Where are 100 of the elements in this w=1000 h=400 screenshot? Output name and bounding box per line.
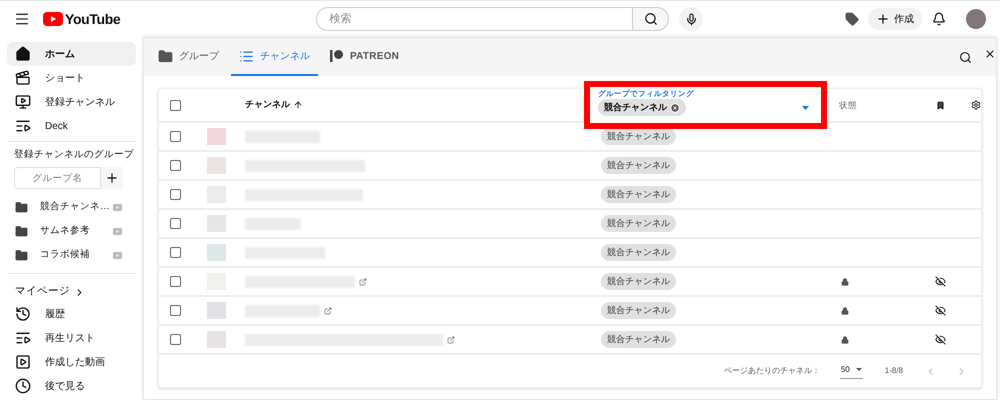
video-icon <box>15 354 31 370</box>
plus-icon <box>105 171 119 186</box>
avatar[interactable] <box>966 9 986 29</box>
channel-avatar <box>207 302 226 319</box>
folder-icon <box>15 248 28 262</box>
sidebar-item[interactable]: ホーム <box>7 42 136 66</box>
close-icon[interactable] <box>984 48 996 60</box>
group-chip[interactable]: 競合チャンネル <box>601 215 676 232</box>
hidden-icon[interactable] <box>935 305 946 316</box>
column-header[interactable]: チャンネル <box>245 98 303 112</box>
group-chip[interactable]: 競合チャンネル <box>601 128 676 145</box>
group-item[interactable]: コラボ候補 <box>7 243 136 268</box>
video-icon <box>113 204 122 211</box>
playlist-icon <box>15 118 31 134</box>
group-chip[interactable]: 競合チャンネル <box>601 157 676 174</box>
settings-icon[interactable] <box>971 100 981 110</box>
filter-chip[interactable]: 競合チャンネル <box>598 99 686 116</box>
external-link-icon[interactable] <box>324 306 332 314</box>
logo-text[interactable]: YouTube <box>65 8 120 30</box>
checkbox[interactable] <box>170 305 181 316</box>
remove-icon[interactable] <box>670 102 680 112</box>
checkbox[interactable] <box>170 276 181 287</box>
group-item[interactable]: サムネ参考 <box>7 219 136 244</box>
mypage-link[interactable]: マイページ <box>7 282 136 302</box>
microphone-icon <box>684 12 698 26</box>
table-row[interactable]: 競合チャンネル <box>159 152 981 181</box>
subscriptions-icon <box>15 94 31 110</box>
channel-avatar <box>207 157 226 174</box>
sidebar-item[interactable]: 作成した動画 <box>7 350 136 374</box>
checkbox[interactable] <box>170 218 181 229</box>
sidebar-item[interactable]: 登録チャンネル <box>7 90 136 114</box>
sort-arrow-icon <box>293 100 303 110</box>
add-button[interactable] <box>101 167 123 190</box>
notifications-icon[interactable] <box>932 12 946 26</box>
channel-avatar <box>207 331 226 348</box>
hidden-icon[interactable] <box>935 334 946 345</box>
checkbox[interactable] <box>170 160 181 171</box>
list-icon <box>239 48 254 64</box>
table-row[interactable]: 競合チャンネル <box>159 181 981 210</box>
lock-icon <box>841 306 849 314</box>
sidebar-item[interactable]: 履歴 <box>7 302 136 326</box>
shorts-icon <box>15 70 31 86</box>
per-page-label: ページあたりのチャネル： <box>724 365 820 377</box>
folder-icon <box>158 48 173 64</box>
table-row[interactable]: 競合チャンネル <box>159 268 981 297</box>
menu-icon[interactable] <box>14 11 30 27</box>
group-chip[interactable]: 競合チャンネル <box>601 302 676 319</box>
search-button[interactable] <box>633 7 670 31</box>
video-icon <box>113 228 122 235</box>
sidebar-item[interactable]: 再生リスト <box>7 326 136 350</box>
page-range: 1-8/8 <box>884 365 903 377</box>
clock-icon <box>15 378 31 394</box>
sidebar-item[interactable]: Deck <box>7 114 136 138</box>
lock-icon <box>841 278 849 286</box>
search-icon[interactable] <box>959 50 972 64</box>
search-field[interactable]: 検索 <box>316 7 634 31</box>
tab[interactable]: PATREON <box>322 38 408 76</box>
dropdown-arrow-icon <box>856 368 862 371</box>
group-chip[interactable]: 競合チャンネル <box>601 273 676 290</box>
hidden-icon[interactable] <box>935 276 946 287</box>
table-row[interactable]: 競合チャンネル <box>159 297 981 326</box>
bookmark-icon[interactable] <box>936 100 945 110</box>
sidebar-item[interactable]: 後で見る <box>7 374 136 398</box>
external-link-icon[interactable] <box>447 336 455 344</box>
patreon-icon <box>330 49 344 63</box>
per-page-select[interactable]: 50 <box>840 364 863 378</box>
dropdown-arrow-icon[interactable] <box>802 106 809 110</box>
checkbox[interactable] <box>170 247 181 258</box>
checkbox[interactable] <box>170 131 181 142</box>
create-button[interactable]: 作成 <box>868 8 922 30</box>
table-row[interactable]: 競合チャンネル <box>159 123 981 152</box>
channel-avatar <box>207 128 226 145</box>
playlist-icon <box>15 330 31 346</box>
section-title: 登録チャンネルのグループ <box>13 148 135 162</box>
lock-icon <box>841 336 849 344</box>
sidebar-item[interactable]: ショート <box>7 66 136 90</box>
voice-search-button[interactable] <box>679 7 704 31</box>
checkbox[interactable] <box>170 100 181 110</box>
home-icon <box>15 46 31 62</box>
table-row[interactable]: 競合チャンネル <box>159 239 981 268</box>
group-chip[interactable]: 競合チャンネル <box>601 331 676 348</box>
search-icon <box>644 12 658 26</box>
tab[interactable]: チャンネル <box>231 38 318 76</box>
external-link-icon[interactable] <box>359 278 367 286</box>
group-item[interactable]: 競合チャンネ… <box>7 195 136 220</box>
channel-avatar <box>207 244 226 261</box>
plus-icon <box>876 12 890 26</box>
table-row[interactable]: 競合チャンネル <box>159 326 981 355</box>
checkbox[interactable] <box>170 189 181 200</box>
folder-icon <box>15 224 28 238</box>
tag-icon[interactable] <box>845 12 859 26</box>
channel-avatar <box>207 215 226 232</box>
group-chip[interactable]: 競合チャンネル <box>601 186 676 203</box>
video-icon <box>113 252 122 259</box>
tab[interactable]: グループ <box>150 38 227 76</box>
checkbox[interactable] <box>170 334 181 345</box>
column-header: 状態 <box>839 98 857 112</box>
group-name-field[interactable]: グループ名 <box>14 167 101 190</box>
group-chip[interactable]: 競合チャンネル <box>601 244 676 261</box>
table-row[interactable]: 競合チャンネル <box>159 210 981 239</box>
